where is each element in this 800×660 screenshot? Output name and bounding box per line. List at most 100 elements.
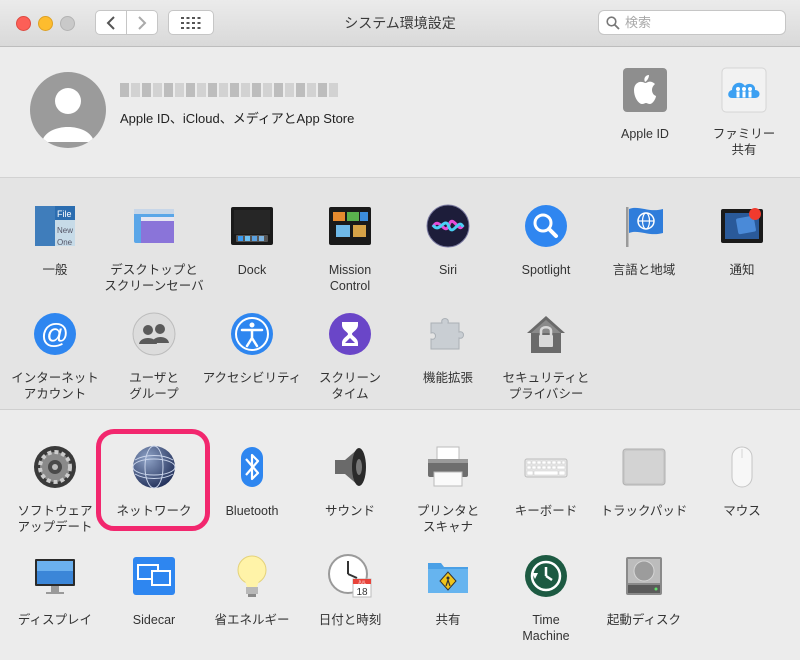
search-input[interactable] bbox=[625, 13, 775, 32]
users-groups-icon bbox=[132, 312, 176, 356]
clock-calendar-icon: JUL 18 bbox=[328, 554, 372, 598]
show-all-button[interactable] bbox=[168, 10, 214, 35]
flag-globe-icon bbox=[626, 207, 663, 247]
pref-software-update[interactable]: ソフトウェア アップデート bbox=[5, 444, 105, 535]
pref-security-privacy[interactable]: セキュリティと プライバシー bbox=[496, 311, 596, 402]
forward-button[interactable] bbox=[126, 10, 158, 35]
minimize-window-button[interactable] bbox=[38, 16, 53, 31]
pref-dock[interactable]: Dock bbox=[202, 203, 302, 278]
pref-time-machine[interactable]: Time Machine bbox=[496, 553, 596, 644]
svg-text:@: @ bbox=[41, 318, 69, 349]
pref-keyboard[interactable]: キーボード bbox=[496, 444, 596, 519]
pref-mission-control[interactable]: Mission Control bbox=[300, 203, 400, 294]
pref-apple-id[interactable]: Apple ID bbox=[600, 67, 690, 142]
siri-icon bbox=[426, 204, 470, 248]
close-window-button[interactable] bbox=[16, 16, 31, 31]
keyboard-icon bbox=[524, 458, 568, 478]
chevron-right-icon bbox=[138, 15, 147, 30]
house-lock-icon bbox=[527, 316, 565, 353]
general-icon: File New One bbox=[35, 206, 75, 247]
pref-spotlight[interactable]: Spotlight bbox=[496, 203, 596, 278]
pref-label: Bluetooth bbox=[225, 504, 279, 518]
pref-sound[interactable]: サウンド bbox=[300, 444, 400, 519]
blurred-user-name bbox=[120, 80, 338, 100]
pref-displays[interactable]: ディスプレイ bbox=[5, 553, 105, 628]
pref-label: Siri bbox=[438, 263, 458, 277]
pref-label: アクセシビリティ bbox=[202, 371, 302, 385]
pref-label: サウンド bbox=[324, 504, 375, 518]
pref-sidecar[interactable]: Sidecar bbox=[104, 553, 204, 628]
svg-text:New: New bbox=[57, 226, 73, 235]
back-button[interactable] bbox=[95, 10, 127, 35]
puzzle-piece-icon bbox=[430, 318, 464, 350]
at-sign-icon: @ bbox=[34, 313, 76, 355]
pref-label: 言語と地域 bbox=[612, 263, 676, 277]
printer-icon bbox=[428, 446, 468, 487]
pref-label: ソフトウェア アップデート bbox=[17, 504, 93, 534]
pref-label: インターネット アカウント bbox=[11, 371, 99, 401]
display-icon bbox=[35, 559, 75, 594]
speaker-icon bbox=[335, 448, 366, 486]
pref-family-sharing[interactable]: ファミリー 共有 bbox=[699, 67, 789, 158]
title-bar: システム環境設定 bbox=[0, 0, 800, 47]
pref-mouse[interactable]: マウス bbox=[692, 444, 792, 519]
svg-text:One: One bbox=[57, 238, 73, 247]
pref-label: Mission Control bbox=[328, 263, 372, 293]
pref-startup-disk[interactable]: 起動ディスク bbox=[594, 553, 694, 628]
svg-text:JUL: JUL bbox=[358, 580, 366, 585]
accessibility-icon bbox=[231, 313, 273, 355]
pref-label: プリンタと スキャナ bbox=[416, 504, 480, 534]
pref-desktop-screensaver[interactable]: デスクトップと スクリーンセーバ bbox=[104, 203, 204, 294]
search-field[interactable] bbox=[598, 10, 786, 35]
pref-extensions[interactable]: 機能拡張 bbox=[398, 311, 498, 386]
pref-sharing[interactable]: 共有 bbox=[398, 553, 498, 628]
sharing-folder-icon bbox=[428, 563, 468, 593]
search-icon bbox=[606, 16, 620, 30]
mission-control-icon bbox=[329, 207, 371, 245]
pref-energy-saver[interactable]: 省エネルギー bbox=[202, 553, 302, 628]
pref-notifications[interactable]: 通知 bbox=[692, 203, 792, 278]
pref-label: 機能拡張 bbox=[422, 371, 473, 385]
time-machine-icon bbox=[525, 555, 567, 597]
pref-label: マウス bbox=[723, 504, 761, 518]
account-section: Apple ID、iCloud、メディアとApp Store Apple ID … bbox=[0, 47, 800, 178]
pref-label: 起動ディスク bbox=[606, 613, 682, 627]
pref-label: ファミリー 共有 bbox=[712, 127, 776, 157]
pref-screen-time[interactable]: スクリーン タイム bbox=[300, 311, 400, 402]
pref-label: ネットワーク bbox=[116, 504, 192, 518]
pref-label: Dock bbox=[237, 263, 267, 277]
pref-users-groups[interactable]: ユーザと グループ bbox=[104, 311, 204, 402]
pref-bluetooth[interactable]: Bluetooth bbox=[202, 444, 302, 519]
apple-logo-icon bbox=[623, 68, 667, 112]
pref-label: Apple ID bbox=[621, 127, 669, 141]
pref-label: ユーザと グループ bbox=[129, 371, 179, 401]
pref-label: セキュリティと プライバシー bbox=[502, 371, 590, 401]
user-avatar[interactable] bbox=[30, 72, 106, 148]
mouse-icon bbox=[731, 446, 753, 488]
pref-label: スクリーン タイム bbox=[319, 371, 381, 401]
pref-siri[interactable]: Siri bbox=[398, 203, 498, 278]
pref-label: 日付と時刻 bbox=[318, 613, 382, 627]
person-silhouette-icon bbox=[42, 88, 94, 142]
pref-general[interactable]: File New One 一般 bbox=[5, 203, 105, 278]
chevron-left-icon bbox=[106, 15, 115, 30]
zoom-window-button[interactable] bbox=[60, 16, 75, 31]
pref-label: Spotlight bbox=[521, 263, 571, 277]
network-globe-icon bbox=[132, 445, 176, 489]
account-subtitle: Apple ID、iCloud、メディアとApp Store bbox=[120, 111, 355, 126]
personal-preferences-section: File New One 一般 デスクトップと スクリーンセーバ Dock Mi… bbox=[0, 178, 800, 410]
hard-disk-icon bbox=[626, 557, 662, 595]
dock-icon bbox=[231, 207, 273, 245]
system-preferences-window: システム環境設定 Apple ID、iCloud、メディアとApp Store bbox=[0, 0, 800, 660]
pref-printers-scanners[interactable]: プリンタと スキャナ bbox=[398, 444, 498, 535]
bluetooth-icon bbox=[241, 447, 263, 487]
pref-language-region[interactable]: 言語と地域 bbox=[594, 203, 694, 278]
pref-trackpad[interactable]: トラックパッド bbox=[594, 444, 694, 519]
pref-internet-accounts[interactable]: @ インターネット アカウント bbox=[5, 311, 105, 402]
family-sharing-icon bbox=[721, 67, 767, 113]
pref-date-time[interactable]: JUL 18 日付と時刻 bbox=[300, 553, 400, 628]
pref-label: トラックパッド bbox=[600, 504, 688, 518]
trackpad-icon bbox=[622, 448, 666, 486]
pref-network[interactable]: ネットワーク bbox=[104, 444, 204, 519]
pref-accessibility[interactable]: アクセシビリティ bbox=[202, 311, 302, 386]
